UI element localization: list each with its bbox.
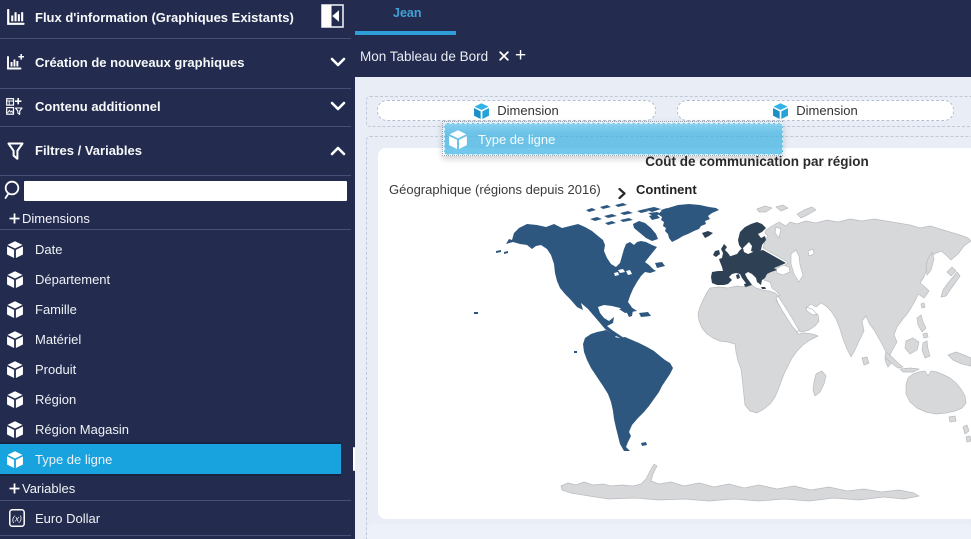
svg-text:(x): (x) xyxy=(12,514,22,524)
